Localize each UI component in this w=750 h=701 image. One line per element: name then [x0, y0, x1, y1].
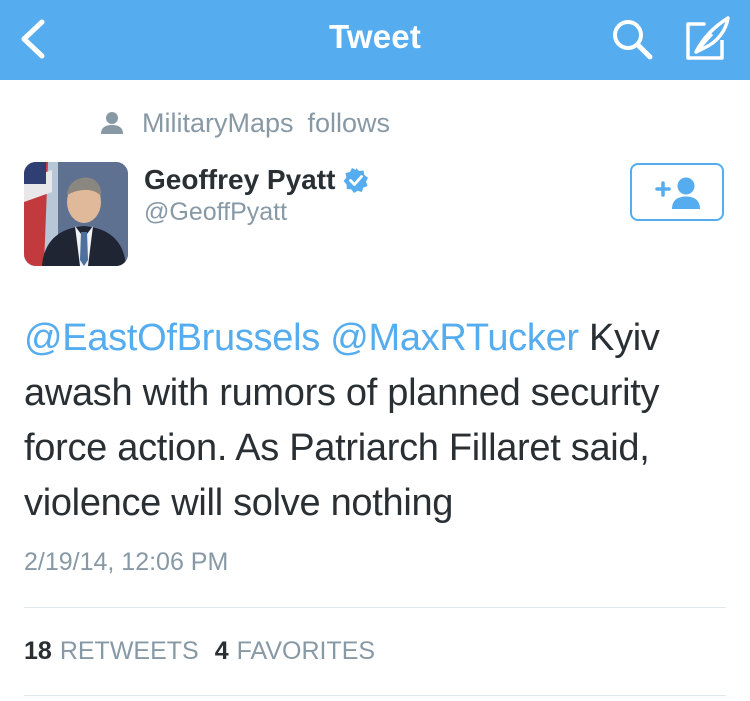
- retweets-count: 18: [24, 637, 52, 665]
- compose-button[interactable]: [682, 14, 732, 62]
- navigation-bar: Tweet: [0, 0, 750, 80]
- retweets-stat[interactable]: 18 RETWEETS: [24, 637, 199, 666]
- divider: [24, 695, 726, 696]
- follow-context: MilitaryMaps follows: [100, 106, 390, 140]
- favorites-stat[interactable]: 4 FAVORITES: [215, 637, 375, 666]
- author-name-text: Geoffrey Pyatt: [144, 164, 336, 195]
- person-icon: [101, 112, 123, 134]
- avatar[interactable]: [24, 162, 128, 266]
- context-action: follows: [307, 107, 391, 138]
- favorites-count: 4: [214, 637, 229, 665]
- search-icon: [613, 20, 653, 60]
- divider: [24, 607, 726, 608]
- search-button[interactable]: [608, 16, 656, 62]
- tweet-stats: 18 RETWEETS 4 FAVORITES: [24, 637, 391, 666]
- add-user-icon: [655, 177, 700, 209]
- verified-badge-icon: [344, 168, 369, 193]
- author-name[interactable]: Geoffrey Pyatt: [144, 164, 369, 196]
- mention-link[interactable]: @MaxRTucker: [330, 317, 579, 359]
- favorites-label: FAVORITES: [236, 637, 376, 665]
- context-user[interactable]: MilitaryMaps: [142, 108, 294, 139]
- retweets-label: RETWEETS: [59, 637, 199, 665]
- mention-link[interactable]: @EastOfBrussels: [24, 317, 320, 359]
- author-handle[interactable]: @GeoffPyatt: [144, 198, 287, 227]
- avatar-photo: [24, 162, 128, 266]
- tweet-timestamp: 2/19/14, 12:06 PM: [24, 548, 229, 576]
- compose-icon: [686, 16, 730, 60]
- tweet-text: @EastOfBrussels @MaxRTucker Kyiv awash w…: [24, 311, 730, 531]
- follow-button[interactable]: [630, 163, 724, 221]
